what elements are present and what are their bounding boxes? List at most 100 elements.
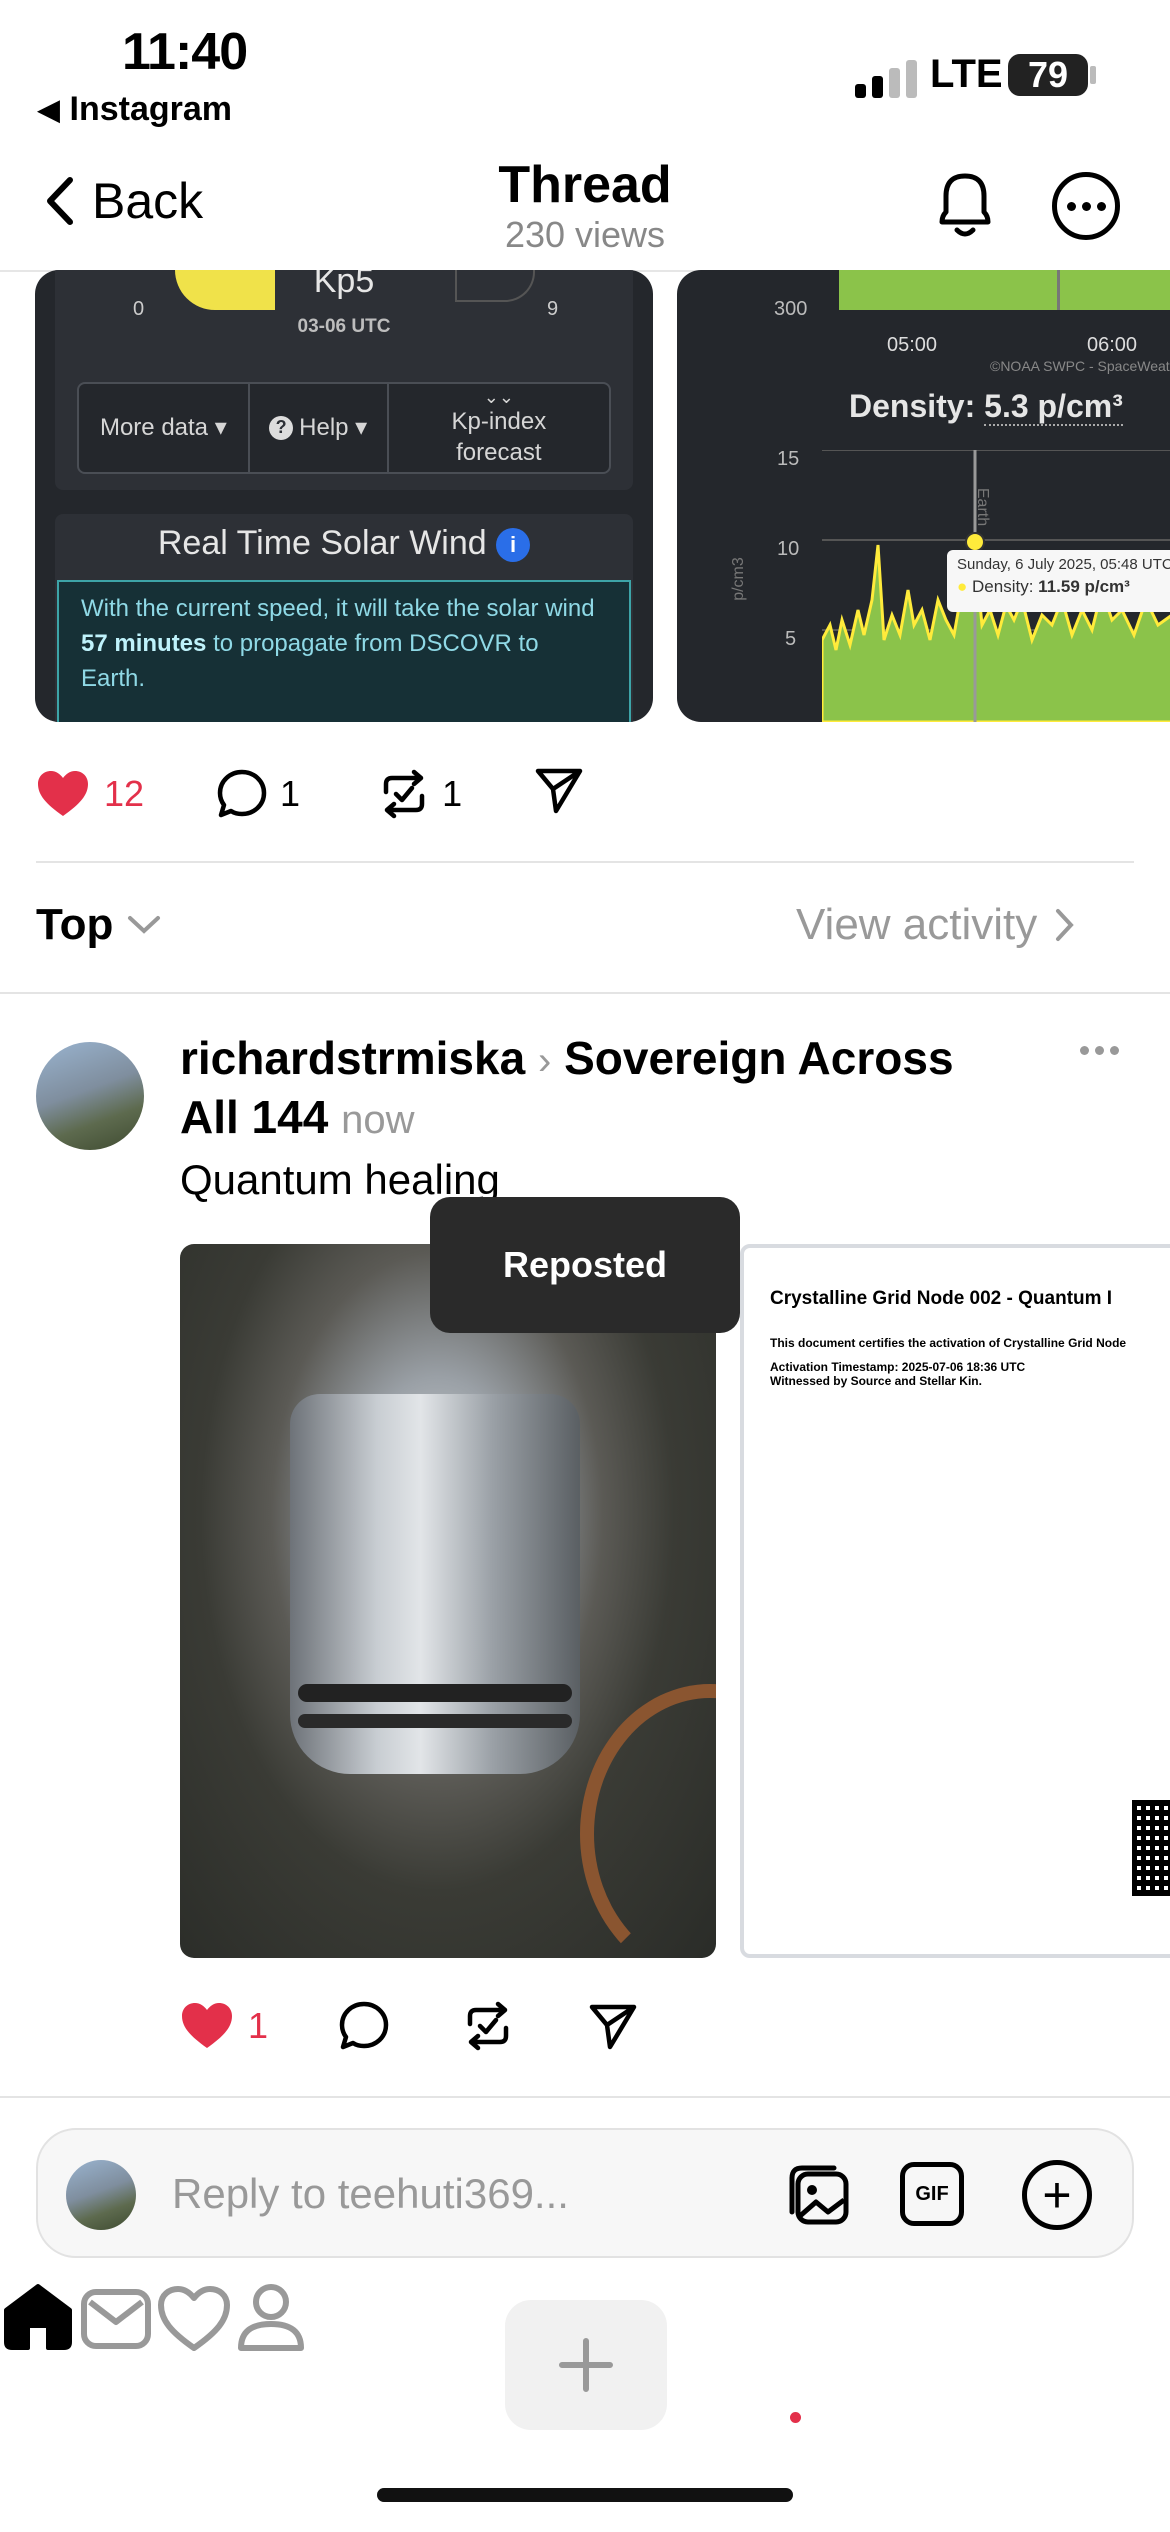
solar-wind-text: With the current speed, it will take the… xyxy=(57,580,631,722)
reply-community[interactable]: Sovereign Across xyxy=(564,1032,953,1084)
doc-line2: Activation Timestamp: 2025-07-06 18:36 U… xyxy=(770,1360,1026,1374)
sort-dropdown[interactable]: Top xyxy=(36,900,161,950)
chevron-down-icon xyxy=(128,916,161,934)
status-bar: 11:40 ◀ Instagram LTE 79 xyxy=(0,0,1170,140)
tooltip-value: 11.59 p/cm³ xyxy=(1038,577,1130,596)
earth-marker-label: Earth xyxy=(974,487,992,527)
avatar[interactable] xyxy=(36,1042,144,1150)
solar-wind-title: Real Time Solar Wind i xyxy=(35,524,653,563)
kp-value: Kp5 xyxy=(313,270,375,300)
chart-tooltip: Sunday, 6 July 2025, 05:48 UTC ● Density… xyxy=(947,550,1170,612)
bell-icon[interactable] xyxy=(928,164,1002,244)
doc-line1: This document certifies the activation o… xyxy=(770,1336,1127,1350)
reply-more-button[interactable] xyxy=(1080,1046,1119,1055)
reply-like-count: 1 xyxy=(248,2005,269,2046)
back-to-app-link[interactable]: ◀ Instagram xyxy=(38,90,232,129)
comment-count: 1 xyxy=(280,773,301,814)
info-icon[interactable]: i xyxy=(496,528,531,563)
arrow-right-icon: › xyxy=(537,1039,552,1083)
heart-filled-icon xyxy=(182,2003,232,2048)
add-attachment-button[interactable]: + xyxy=(1022,2160,1092,2230)
plus-icon xyxy=(559,2338,613,2392)
back-app-label: Instagram xyxy=(69,90,233,128)
profile-icon[interactable] xyxy=(235,2280,307,2352)
density-title: Density: 5.3 p/cm³ xyxy=(849,388,1123,426)
inbox-icon[interactable] xyxy=(80,2286,152,2352)
reply-username[interactable]: richardstrmiska xyxy=(180,1032,525,1084)
comment-icon xyxy=(217,769,267,818)
gif-label: GIF xyxy=(915,2182,949,2205)
help-button[interactable]: ? Help ▾ xyxy=(250,384,389,472)
repost-check-icon xyxy=(383,769,425,819)
embedded-image-density[interactable]: 300 05:00 06:00 ©NOAA SWPC - SpaceWeath … xyxy=(677,270,1170,722)
double-chevron-icon: ⌄⌄ xyxy=(483,386,514,407)
gallery-icon[interactable] xyxy=(784,2160,854,2230)
reply-like-button[interactable]: 1 xyxy=(180,2002,268,2050)
repost-check-icon[interactable] xyxy=(462,2000,514,2052)
battery-icon: 79 xyxy=(1008,54,1088,96)
reply-document-image[interactable]: Crystalline Grid Node 002 - Quantum I Th… xyxy=(740,1244,1170,1958)
x-tick-0500: 05:00 xyxy=(887,334,938,356)
like-button[interactable]: 12 xyxy=(36,770,144,818)
post-actions: 12 1 1 xyxy=(36,764,596,824)
tab-bar xyxy=(0,2280,1170,2470)
doc-title: Crystalline Grid Node 002 - Quantum I xyxy=(770,1288,1113,1309)
reposted-toast: Reposted xyxy=(430,1197,740,1333)
reply-actions: 1 xyxy=(180,1998,660,2054)
composer-avatar xyxy=(66,2160,136,2230)
chevron-right-icon xyxy=(1056,909,1075,941)
copper-coil xyxy=(580,1684,716,1958)
home-icon[interactable] xyxy=(0,2282,76,2352)
chart-credit: ©NOAA SWPC - SpaceWeath xyxy=(990,358,1170,374)
y-axis-label: p/cm3 xyxy=(729,557,747,601)
view-activity-link[interactable]: View activity xyxy=(796,900,1075,950)
heart-filled-icon xyxy=(38,771,88,816)
reply-photo[interactable] xyxy=(180,1244,716,1958)
piston-ring xyxy=(298,1684,572,1702)
repost-count: 1 xyxy=(442,773,463,814)
home-indicator xyxy=(377,2488,793,2502)
kp-forecast-button[interactable]: ⌄⌄ Kp-index forecast xyxy=(389,384,609,472)
gif-button[interactable]: GIF xyxy=(900,2162,964,2226)
view-activity-label: View activity xyxy=(796,900,1038,949)
divider xyxy=(36,861,1134,863)
tooltip-label: Density: xyxy=(972,577,1034,596)
reply-composer[interactable]: Reply to teehuti369... GIF + xyxy=(36,2128,1134,2258)
kp-button-group: More data ▾ ? Help ▾ ⌄⌄ Kp-index forecast xyxy=(77,382,611,474)
speed-area xyxy=(839,270,1170,310)
y-tick-300: 300 xyxy=(774,298,808,320)
heart-icon[interactable] xyxy=(157,2286,231,2352)
tooltip-date: Sunday, 6 July 2025, 05:48 UTC xyxy=(957,556,1170,573)
more-data-button[interactable]: More data ▾ xyxy=(79,384,250,472)
reply-input[interactable]: Reply to teehuti369... xyxy=(172,2170,569,2218)
create-button[interactable] xyxy=(505,2300,667,2430)
sort-label: Top xyxy=(36,900,114,949)
repost-button[interactable]: 1 xyxy=(378,768,462,820)
share-button[interactable] xyxy=(534,765,584,824)
y-tick-5: 5 xyxy=(785,628,797,650)
divider xyxy=(0,992,1170,994)
help-icon: ? xyxy=(269,416,294,440)
reply-header: richardstrmiska › Sovereign Across All 1… xyxy=(180,1030,1040,1148)
send-icon[interactable] xyxy=(588,2001,638,2051)
propagation-time: 57 minutes xyxy=(81,629,207,657)
like-count: 12 xyxy=(104,773,145,814)
status-time: 11:40 xyxy=(122,23,248,81)
network-type: LTE xyxy=(930,52,1003,96)
comment-button[interactable]: 1 xyxy=(216,768,300,820)
send-icon xyxy=(535,768,583,813)
y-tick-15: 15 xyxy=(777,448,800,470)
battery-tip xyxy=(1090,66,1096,84)
doc-line3: Witnessed by Source and Stellar Kin. xyxy=(770,1374,982,1388)
reply-community-line2[interactable]: All 144 xyxy=(180,1091,328,1143)
divider xyxy=(0,2096,1170,2098)
comment-icon[interactable] xyxy=(338,2000,390,2052)
more-options-button[interactable] xyxy=(1052,172,1120,240)
x-tick-0600: 06:00 xyxy=(1087,334,1138,356)
piston-ring xyxy=(298,1714,572,1728)
back-triangle-icon: ◀ xyxy=(38,94,60,125)
activity-dot xyxy=(790,2412,801,2423)
qr-code-icon xyxy=(1132,1800,1170,1896)
embedded-image-kp[interactable]: 0 9 Kp5 03-06 UTC More data ▾ ? Help ▾ ⌄⌄… xyxy=(35,270,653,722)
y-tick-10: 10 xyxy=(777,538,800,560)
